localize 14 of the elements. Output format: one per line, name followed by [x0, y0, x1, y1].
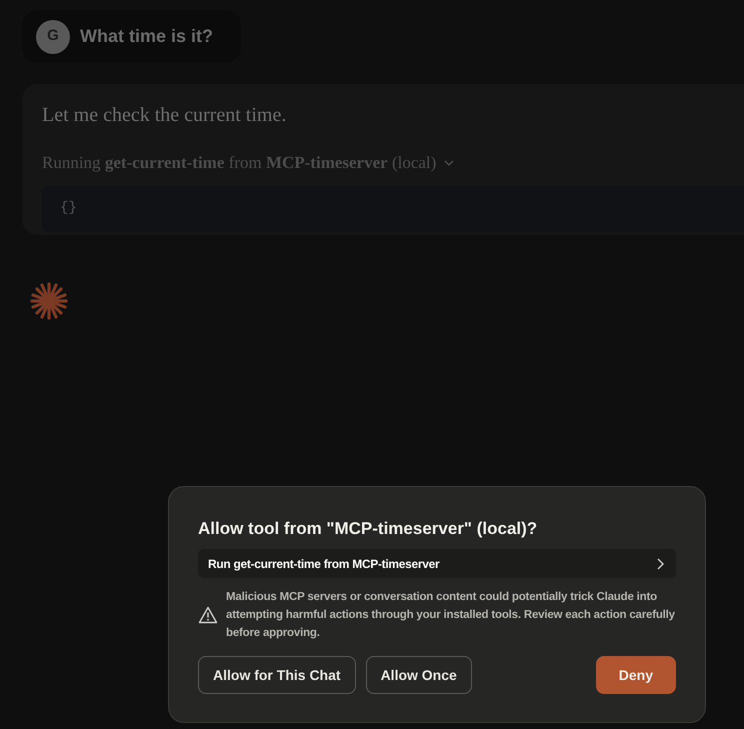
warning-text: Malicious MCP servers or conversation content could potentially trick Claude into attempting harmful actions through your installed tools. Review each action carefully before approving. — [226, 590, 676, 641]
allow-button[interactable]: Allow for This Chat — [198, 656, 356, 694]
user-message-text: What time is it? — [80, 25, 214, 48]
deny-button[interactable]: Deny — [596, 656, 676, 694]
chevron-down-icon[interactable] — [444, 160, 454, 166]
tool-arguments: {} — [60, 199, 77, 218]
spinner-icon — [30, 282, 68, 320]
tool-details-label: Run get-current-time from MCP-timeserver — [208, 556, 440, 572]
tool-details-row[interactable]: Run get-current-time from MCP-timeserver — [198, 549, 676, 578]
user-avatar: G — [36, 20, 70, 54]
allow-button[interactable]: Allow Once — [366, 656, 472, 694]
assistant-message-text: Let me check the current time. — [42, 103, 288, 128]
warning-icon — [198, 606, 218, 624]
dialog-title: Allow tool from "MCP-timeserver" (local)? — [198, 518, 538, 540]
